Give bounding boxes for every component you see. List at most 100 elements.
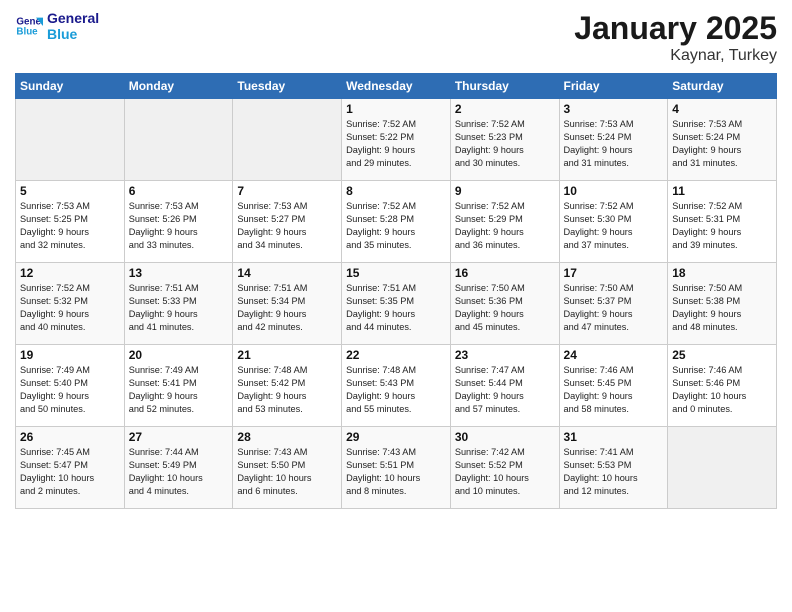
calendar-cell — [16, 99, 125, 181]
calendar-cell — [124, 99, 233, 181]
day-info: Sunrise: 7:53 AM Sunset: 5:24 PM Dayligh… — [672, 118, 772, 170]
calendar-cell: 23 Sunrise: 7:47 AM Sunset: 5:44 PM Dayli… — [450, 345, 559, 427]
day-number: 13 — [129, 266, 229, 280]
day-number: 24 — [564, 348, 664, 362]
calendar-header-row: SundayMondayTuesdayWednesdayThursdayFrid… — [16, 74, 777, 99]
calendar: SundayMondayTuesdayWednesdayThursdayFrid… — [15, 73, 777, 509]
day-info: Sunrise: 7:52 AM Sunset: 5:29 PM Dayligh… — [455, 200, 555, 252]
day-number: 18 — [672, 266, 772, 280]
day-number: 22 — [346, 348, 446, 362]
calendar-cell: 15Sunrise: 7:51 AM Sunset: 5:35 PM Dayli… — [342, 263, 451, 345]
day-number: 7 — [237, 184, 337, 198]
day-info: Sunrise: 7:51 AM Sunset: 5:35 PM Dayligh… — [346, 282, 446, 334]
calendar-header-sunday: Sunday — [16, 74, 125, 99]
calendar-cell: 4 Sunrise: 7:53 AM Sunset: 5:24 PM Daylig… — [668, 99, 777, 181]
main-title: January 2025 — [574, 10, 777, 47]
calendar-cell: 20 Sunrise: 7:49 AM Sunset: 5:41 PM Dayli… — [124, 345, 233, 427]
calendar-week-4: 19 Sunrise: 7:49 AM Sunset: 5:40 PM Dayli… — [16, 345, 777, 427]
day-info: Sunrise: 7:52 AM Sunset: 5:22 PM Dayligh… — [346, 118, 446, 170]
calendar-cell: 24 Sunrise: 7:46 AM Sunset: 5:45 PM Dayli… — [559, 345, 668, 427]
calendar-cell: 9Sunrise: 7:52 AM Sunset: 5:29 PM Daylig… — [450, 181, 559, 263]
day-number: 14 — [237, 266, 337, 280]
day-number: 21 — [237, 348, 337, 362]
day-info: Sunrise: 7:45 AM Sunset: 5:47 PM Dayligh… — [20, 446, 120, 498]
day-info: Sunrise: 7:42 AM Sunset: 5:52 PM Dayligh… — [455, 446, 555, 498]
calendar-cell: 6Sunrise: 7:53 AM Sunset: 5:26 PM Daylig… — [124, 181, 233, 263]
day-info: Sunrise: 7:46 AM Sunset: 5:46 PM Dayligh… — [672, 364, 772, 416]
day-info: Sunrise: 7:52 AM Sunset: 5:30 PM Dayligh… — [564, 200, 664, 252]
calendar-cell — [668, 427, 777, 509]
logo-general: General — [47, 10, 99, 26]
day-number: 26 — [20, 430, 120, 444]
day-info: Sunrise: 7:48 AM Sunset: 5:43 PM Dayligh… — [346, 364, 446, 416]
calendar-cell: 14 Sunrise: 7:51 AM Sunset: 5:34 PM Dayli… — [233, 263, 342, 345]
calendar-header-monday: Monday — [124, 74, 233, 99]
calendar-week-1: 1 Sunrise: 7:52 AM Sunset: 5:22 PM Daylig… — [16, 99, 777, 181]
day-info: Sunrise: 7:43 AM Sunset: 5:50 PM Dayligh… — [237, 446, 337, 498]
logo: General Blue General Blue — [15, 10, 99, 42]
calendar-cell: 31Sunrise: 7:41 AM Sunset: 5:53 PM Dayli… — [559, 427, 668, 509]
day-number: 4 — [672, 102, 772, 116]
day-info: Sunrise: 7:50 AM Sunset: 5:37 PM Dayligh… — [564, 282, 664, 334]
day-number: 11 — [672, 184, 772, 198]
logo-blue: Blue — [47, 26, 99, 42]
calendar-header-saturday: Saturday — [668, 74, 777, 99]
calendar-cell — [233, 99, 342, 181]
calendar-cell: 13Sunrise: 7:51 AM Sunset: 5:33 PM Dayli… — [124, 263, 233, 345]
calendar-header-friday: Friday — [559, 74, 668, 99]
calendar-cell: 30 Sunrise: 7:42 AM Sunset: 5:52 PM Dayli… — [450, 427, 559, 509]
day-number: 1 — [346, 102, 446, 116]
day-number: 28 — [237, 430, 337, 444]
day-info: Sunrise: 7:53 AM Sunset: 5:25 PM Dayligh… — [20, 200, 120, 252]
day-info: Sunrise: 7:44 AM Sunset: 5:49 PM Dayligh… — [129, 446, 229, 498]
calendar-cell: 25Sunrise: 7:46 AM Sunset: 5:46 PM Dayli… — [668, 345, 777, 427]
calendar-cell: 27 Sunrise: 7:44 AM Sunset: 5:49 PM Dayli… — [124, 427, 233, 509]
calendar-header-tuesday: Tuesday — [233, 74, 342, 99]
day-number: 12 — [20, 266, 120, 280]
day-info: Sunrise: 7:48 AM Sunset: 5:42 PM Dayligh… — [237, 364, 337, 416]
day-number: 17 — [564, 266, 664, 280]
day-number: 10 — [564, 184, 664, 198]
calendar-cell: 5 Sunrise: 7:53 AM Sunset: 5:25 PM Daylig… — [16, 181, 125, 263]
day-number: 19 — [20, 348, 120, 362]
day-info: Sunrise: 7:53 AM Sunset: 5:24 PM Dayligh… — [564, 118, 664, 170]
calendar-cell: 22 Sunrise: 7:48 AM Sunset: 5:43 PM Dayli… — [342, 345, 451, 427]
calendar-week-5: 26 Sunrise: 7:45 AM Sunset: 5:47 PM Dayli… — [16, 427, 777, 509]
day-info: Sunrise: 7:46 AM Sunset: 5:45 PM Dayligh… — [564, 364, 664, 416]
day-info: Sunrise: 7:52 AM Sunset: 5:23 PM Dayligh… — [455, 118, 555, 170]
day-info: Sunrise: 7:47 AM Sunset: 5:44 PM Dayligh… — [455, 364, 555, 416]
calendar-header-thursday: Thursday — [450, 74, 559, 99]
day-info: Sunrise: 7:52 AM Sunset: 5:28 PM Dayligh… — [346, 200, 446, 252]
sub-title: Kaynar, Turkey — [574, 47, 777, 65]
svg-text:Blue: Blue — [16, 26, 38, 37]
calendar-cell: 28 Sunrise: 7:43 AM Sunset: 5:50 PM Dayli… — [233, 427, 342, 509]
day-number: 6 — [129, 184, 229, 198]
day-info: Sunrise: 7:41 AM Sunset: 5:53 PM Dayligh… — [564, 446, 664, 498]
calendar-cell: 19 Sunrise: 7:49 AM Sunset: 5:40 PM Dayli… — [16, 345, 125, 427]
day-info: Sunrise: 7:50 AM Sunset: 5:36 PM Dayligh… — [455, 282, 555, 334]
day-number: 20 — [129, 348, 229, 362]
day-number: 29 — [346, 430, 446, 444]
calendar-cell: 1 Sunrise: 7:52 AM Sunset: 5:22 PM Daylig… — [342, 99, 451, 181]
page: General Blue General Blue January 2025 K… — [0, 0, 792, 612]
title-block: January 2025 Kaynar, Turkey — [574, 10, 777, 65]
calendar-cell: 11Sunrise: 7:52 AM Sunset: 5:31 PM Dayli… — [668, 181, 777, 263]
day-number: 5 — [20, 184, 120, 198]
calendar-cell: 17 Sunrise: 7:50 AM Sunset: 5:37 PM Dayli… — [559, 263, 668, 345]
day-info: Sunrise: 7:51 AM Sunset: 5:34 PM Dayligh… — [237, 282, 337, 334]
day-number: 23 — [455, 348, 555, 362]
calendar-cell: 16 Sunrise: 7:50 AM Sunset: 5:36 PM Dayli… — [450, 263, 559, 345]
calendar-week-2: 5 Sunrise: 7:53 AM Sunset: 5:25 PM Daylig… — [16, 181, 777, 263]
day-info: Sunrise: 7:49 AM Sunset: 5:41 PM Dayligh… — [129, 364, 229, 416]
calendar-cell: 7Sunrise: 7:53 AM Sunset: 5:27 PM Daylig… — [233, 181, 342, 263]
calendar-cell: 2 Sunrise: 7:52 AM Sunset: 5:23 PM Daylig… — [450, 99, 559, 181]
day-info: Sunrise: 7:50 AM Sunset: 5:38 PM Dayligh… — [672, 282, 772, 334]
day-number: 27 — [129, 430, 229, 444]
day-info: Sunrise: 7:49 AM Sunset: 5:40 PM Dayligh… — [20, 364, 120, 416]
calendar-week-3: 12Sunrise: 7:52 AM Sunset: 5:32 PM Dayli… — [16, 263, 777, 345]
calendar-cell: 21 Sunrise: 7:48 AM Sunset: 5:42 PM Dayli… — [233, 345, 342, 427]
day-number: 2 — [455, 102, 555, 116]
day-number: 16 — [455, 266, 555, 280]
day-number: 30 — [455, 430, 555, 444]
calendar-cell: 18 Sunrise: 7:50 AM Sunset: 5:38 PM Dayli… — [668, 263, 777, 345]
